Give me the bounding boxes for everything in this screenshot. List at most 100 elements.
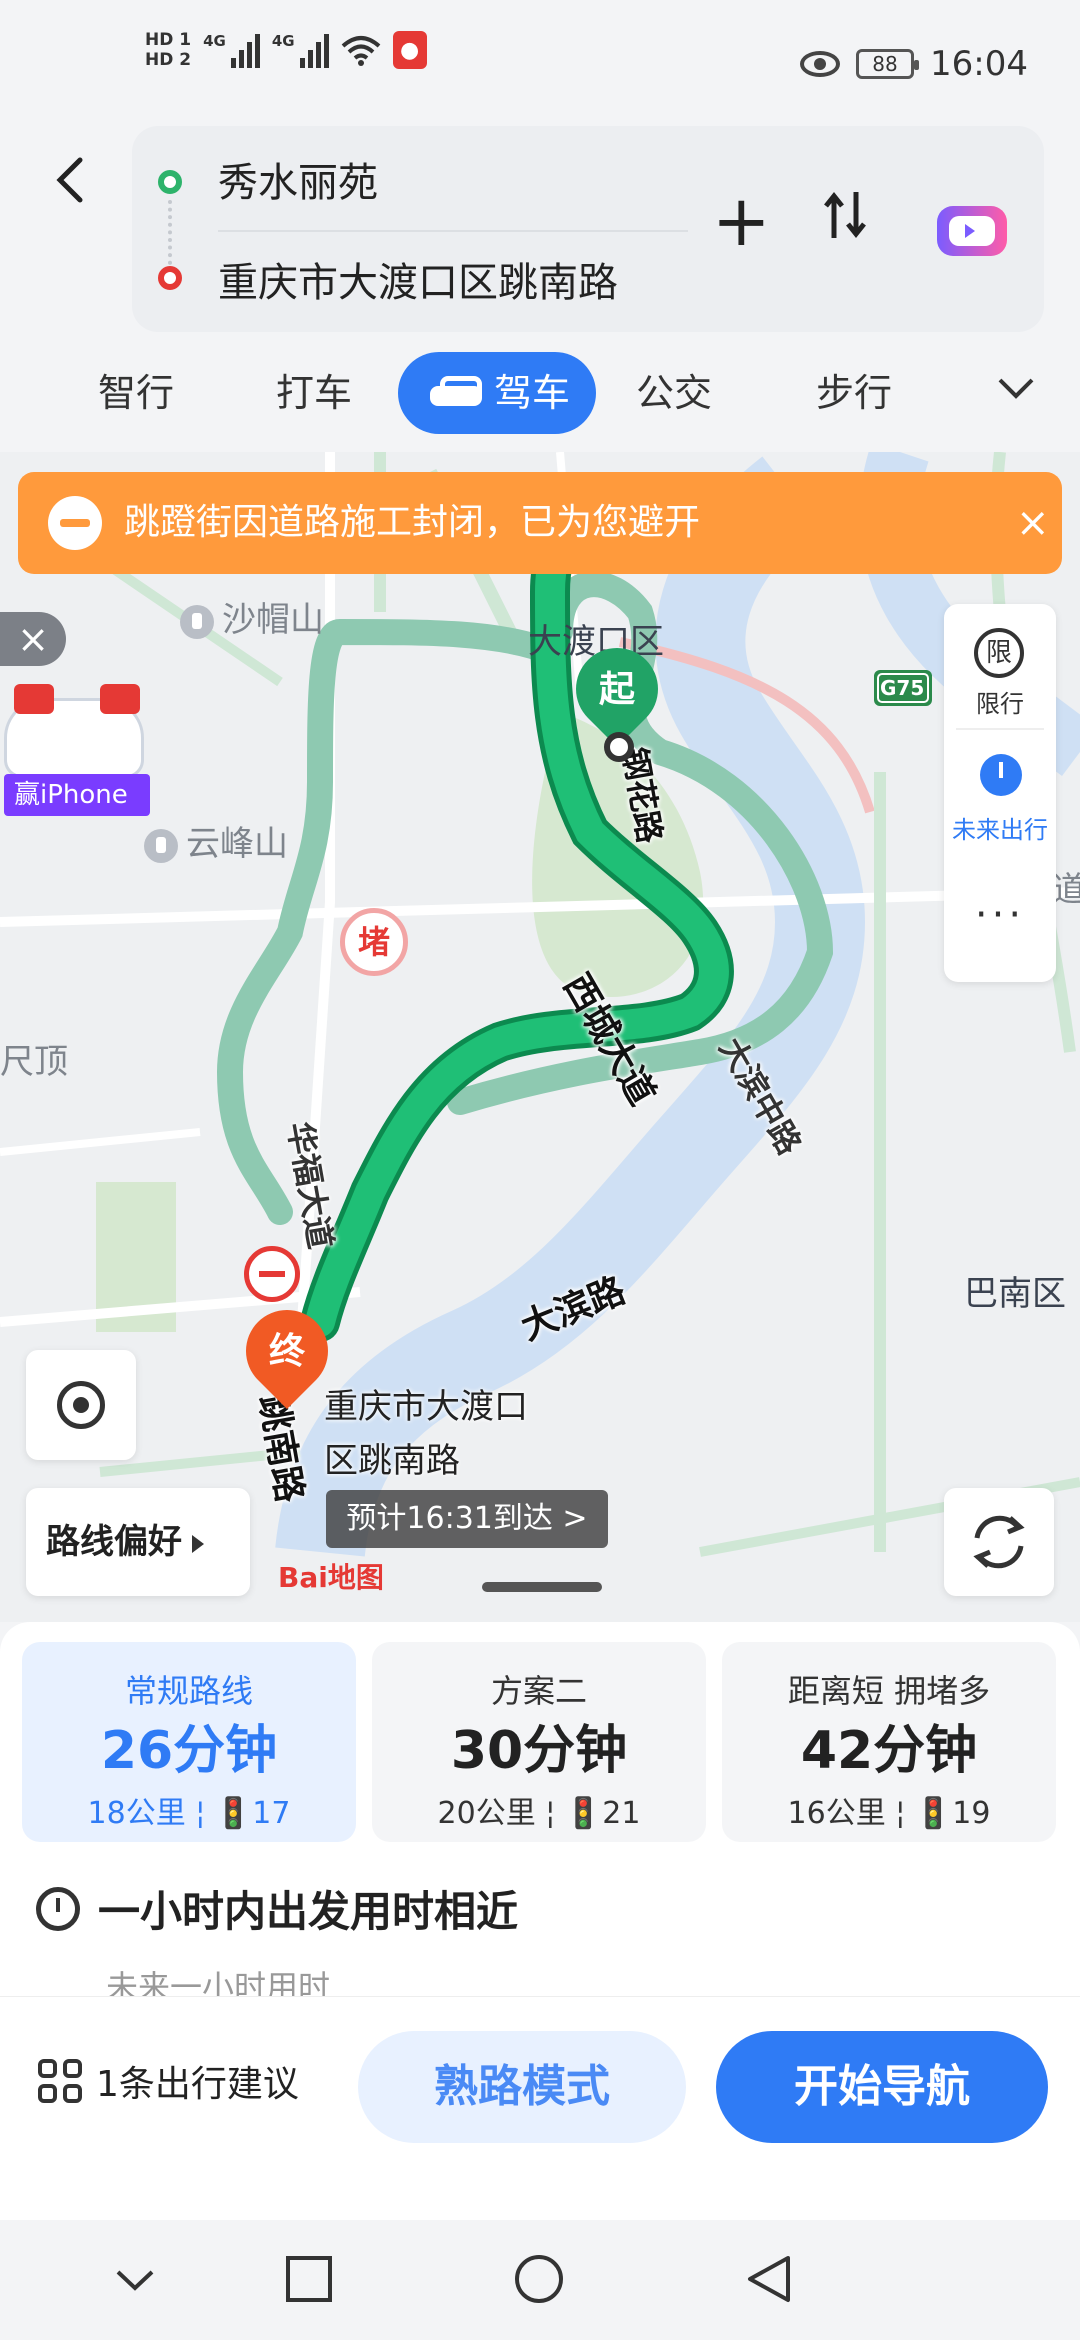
tab-walk[interactable]: 步行	[816, 352, 892, 434]
mic-icon: ●	[392, 31, 427, 69]
route-option-card-1[interactable]: 常规路线 26分钟 18公里 ¦ 🚦17	[22, 1642, 356, 1842]
destination-field[interactable]: 重庆市大渡口区跳南路	[218, 250, 618, 308]
tab-taxi[interactable]: 打车	[276, 352, 352, 434]
signal-type-label: 4G	[203, 32, 226, 50]
refresh-button[interactable]	[944, 1488, 1054, 1596]
chevron-down-icon[interactable]	[110, 2254, 160, 2304]
departure-title: 一小时内出发用时相近	[98, 1887, 519, 1936]
tab-transit[interactable]: 公交	[636, 352, 712, 434]
destination-map-label-text: 重庆市大渡口区跳南路	[324, 1387, 528, 1481]
start-navigation-button[interactable]: 开始导航	[716, 2031, 1048, 2143]
origin-field[interactable]: 秀水丽苑	[218, 150, 378, 208]
battery-level: 88	[872, 52, 898, 76]
route-option-card-3[interactable]: 距离短 拥堵多 42分钟 16公里 ¦ 🚦19	[722, 1642, 1056, 1842]
eta-pill[interactable]: 预计16:31到达 >	[326, 1490, 608, 1548]
locate-button[interactable]	[26, 1350, 136, 1460]
battery-icon: 88	[856, 49, 920, 79]
divider	[218, 230, 688, 232]
status-left: HD 1 HD 2 4G 4G ●	[145, 30, 427, 70]
signal-icon-2: 4G	[272, 32, 329, 68]
wifi-icon	[341, 36, 380, 66]
familiar-route-mode-button[interactable]: 熟路模式	[358, 2031, 686, 2143]
promo-ad[interactable]: 赢iPhone	[0, 684, 150, 816]
red-envelope-icon	[14, 684, 54, 714]
back-button[interactable]	[50, 150, 90, 210]
chevron-down-icon[interactable]	[996, 368, 1036, 408]
signal-icon: 4G	[203, 32, 260, 68]
route-option-meta: 16公里 ¦ 🚦19	[787, 1796, 991, 1831]
start-pin-label: 起	[598, 669, 635, 710]
congestion-badge: 堵	[340, 908, 408, 976]
departure-subtitle: 未来一小时用时	[106, 1968, 331, 1998]
route-option-time: 30分钟	[450, 1721, 628, 1781]
tab-drive-label: 驾车	[494, 371, 571, 415]
end-pin-label: 终	[268, 1331, 305, 1372]
no-entry-icon	[48, 496, 102, 550]
promo-ad-text: 赢iPhone	[4, 774, 150, 816]
route-option-time: 42分钟	[800, 1721, 978, 1781]
route-option-title: 距离短 拥堵多	[787, 1672, 991, 1710]
route-option-card-2[interactable]: 方案二 30分钟 20公里 ¦ 🚦21	[372, 1642, 706, 1842]
baidu-maps-logo: Bai地图	[278, 1561, 384, 1594]
tab-drive[interactable]: 驾车	[398, 352, 597, 434]
start-point-icon	[604, 732, 634, 762]
map-label-chiding: 尺顶	[0, 1042, 68, 1082]
poi-pin-icon	[180, 604, 214, 639]
travel-tips-button[interactable]: 1条出行建议	[38, 2055, 299, 2107]
refresh-icon	[973, 1515, 1025, 1569]
poi-pin-icon	[144, 828, 178, 863]
ai-icon	[949, 216, 995, 246]
route-option-title: 方案二	[490, 1672, 587, 1710]
road-closure-banner: 跳蹬街因道路施工封闭，已为您避开 ×	[18, 472, 1062, 574]
sheet-drag-handle[interactable]	[482, 1582, 602, 1592]
ai-assistant-button[interactable]	[937, 206, 1007, 256]
map-label-yunfengshan-text: 云峰山	[186, 824, 288, 864]
end-dot-icon	[158, 266, 182, 290]
clock: 16:04	[930, 44, 1028, 84]
back-triangle-icon[interactable]	[744, 2254, 794, 2304]
map-view[interactable]: 沙帽山 大渡口区 云峰山 尺顶 巴南区 道 G75 钢花路 西城大道 大滨路 大…	[0, 452, 1080, 1622]
map-label-shamaoshan: 沙帽山	[180, 592, 324, 641]
add-waypoint-button[interactable]: +	[712, 186, 771, 256]
divider	[956, 728, 1044, 730]
tab-smart[interactable]: 智行	[98, 352, 174, 434]
restriction-label: 限行	[976, 690, 1024, 718]
highway-shield-g75: G75	[880, 676, 925, 700]
more-button[interactable]: ···	[944, 892, 1056, 938]
route-option-time: 26分钟	[100, 1721, 278, 1781]
swap-button[interactable]	[822, 188, 868, 255]
chevron-left-icon	[56, 157, 83, 203]
route-option-meta: 18公里 ¦ 🚦17	[87, 1796, 291, 1831]
hd-icons: HD 1 HD 2	[145, 30, 191, 70]
map-label-yunfengshan: 云峰山	[144, 816, 288, 865]
departure-time-row[interactable]: 一小时内出发用时相近	[36, 1878, 518, 1939]
stopwatch-icon	[980, 754, 1022, 796]
map-label-shamaoshan-text: 沙帽山	[222, 600, 324, 640]
banner-text: 跳蹬街因道路施工封闭，已为您避开	[124, 502, 701, 543]
red-envelope-icon	[100, 684, 140, 714]
destination-map-label: 重庆市大渡口区跳南路	[324, 1380, 534, 1488]
system-nav-bar	[0, 2220, 1080, 2340]
grid-icon	[38, 2059, 82, 2103]
route-preference-label: 路线偏好	[46, 1522, 182, 1562]
status-bar: HD 1 HD 2 4G 4G ● 88 16:04	[0, 0, 1080, 120]
swap-icon	[824, 191, 866, 239]
route-option-meta: 20公里 ¦ 🚦21	[437, 1796, 641, 1831]
route-preference-button[interactable]: 路线偏好	[26, 1488, 250, 1596]
hd2-label: HD 2	[145, 50, 192, 70]
eye-icon	[800, 51, 841, 77]
recents-square-icon[interactable]	[284, 2254, 334, 2304]
start-dot-icon	[158, 170, 182, 194]
ad-close-button[interactable]: ×	[0, 612, 66, 666]
action-bar: 1条出行建议 熟路模式 开始导航	[0, 1996, 1080, 2166]
restriction-icon: 限	[974, 628, 1024, 678]
signal-type-label-2: 4G	[271, 32, 295, 50]
map-side-panel: 限 限行 未来出行 ···	[944, 604, 1056, 982]
route-option-title: 常规路线	[124, 1672, 253, 1710]
banner-close-button[interactable]: ×	[1016, 496, 1050, 550]
home-circle-icon[interactable]	[514, 2254, 564, 2304]
clock-icon	[36, 1886, 80, 1931]
transport-mode-tabs: 智行 打车 驾车 公交 步行	[0, 352, 1080, 434]
map-label-banan: 巴南区	[964, 1274, 1066, 1314]
road-closed-icon	[244, 1246, 300, 1302]
